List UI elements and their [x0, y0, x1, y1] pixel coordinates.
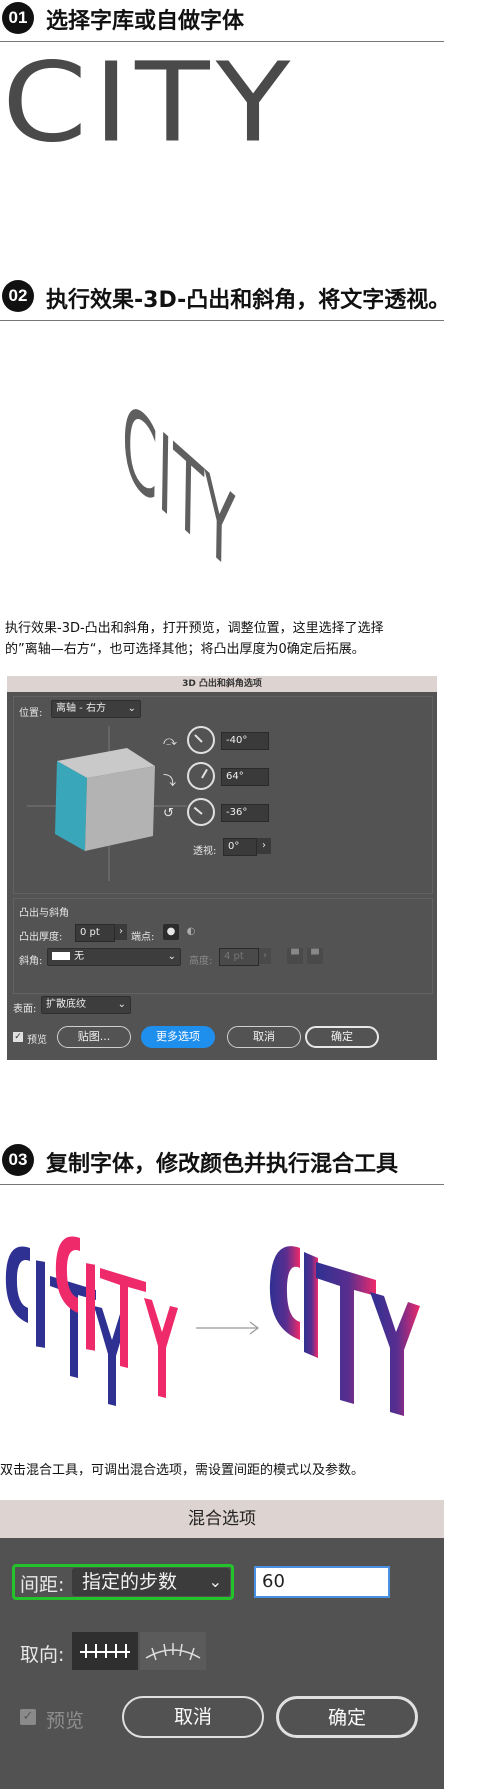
bevel-label: 斜角: — [19, 956, 43, 967]
cap-off-icon[interactable]: ◐ — [183, 924, 199, 940]
chevron-right-icon[interactable]: › — [115, 924, 127, 940]
bevel-out-icon[interactable]: ▀ — [287, 948, 303, 964]
step3-description: 双击混合工具，可调出混合选项，需设置间距的模式以及参数。 — [0, 1463, 365, 1478]
spacing-label: 间距: — [20, 1574, 65, 1596]
perspective-label: 透视: — [193, 846, 217, 857]
position-label: 位置: — [19, 708, 43, 719]
step-heading: 复制字体，修改颜色并执行混合工具 — [46, 1152, 399, 1177]
depth-field[interactable]: 0 pt — [75, 924, 115, 942]
spacing-select[interactable]: 指定的步数 ⌄ — [72, 1568, 230, 1596]
chevron-down-icon: ⌄ — [167, 951, 176, 962]
step-number: 03 — [8, 1150, 28, 1169]
align-to-page-icon[interactable] — [72, 1632, 138, 1670]
bevel-in-icon[interactable]: ▀ — [307, 948, 323, 964]
extrude-section-title: 凸出与斜角 — [19, 908, 69, 919]
surface-select[interactable]: 扩散底纹 ⌄ — [41, 996, 131, 1014]
ok-button[interactable]: 确定 — [305, 1026, 379, 1048]
rotate-x-field[interactable]: -40° — [221, 732, 269, 750]
surface-select-value: 扩散底纹 — [46, 999, 86, 1010]
align-to-path-glyph — [145, 1643, 201, 1661]
step2-description: 执行效果-3D-凸出和斜角，打开预览，调整位置，这里选择了选择 的”离轴—右方“… — [5, 618, 445, 660]
step-number: 02 — [8, 286, 28, 305]
arrow-right-icon — [196, 1321, 259, 1335]
bevel-select-value: 无 — [74, 951, 84, 962]
rotate-y-icon: ⤵ — [163, 774, 177, 789]
blend-options-dialog: 混合选项 间距: 指定的步数 ⌄ 60 取向: ✓ 预览 取消 确定 — [0, 1500, 444, 1789]
blended-letters — [269, 1246, 420, 1416]
bevel-select[interactable]: 无 ⌄ — [47, 948, 181, 966]
cube-preview[interactable] — [27, 726, 187, 881]
divider — [0, 1184, 444, 1185]
ok-button[interactable]: 确定 — [276, 1696, 418, 1738]
cube-front-face — [85, 766, 155, 851]
cancel-button[interactable]: 取消 — [122, 1696, 264, 1738]
height-label: 高度: — [189, 956, 213, 967]
rotate-y-field[interactable]: 64° — [221, 768, 269, 786]
preview-checkbox[interactable]: ✓ — [13, 1032, 23, 1042]
extrude-bevel-panel — [13, 898, 433, 994]
preview-label: 预览 — [46, 1710, 85, 1732]
surface-label: 表面: — [13, 1004, 37, 1015]
step-number-badge: 03 — [2, 1144, 34, 1176]
chevron-down-icon: ⌄ — [117, 999, 126, 1010]
more-options-button[interactable]: 更多选项 — [141, 1026, 215, 1048]
step-number: 01 — [8, 8, 28, 27]
description-line: 的”离轴—右方“，也可选择其他；将凸出厚度为0确定后拓展。 — [5, 642, 365, 657]
chevron-down-icon: ⌄ — [208, 1572, 222, 1591]
city-word-perspective: CITY — [121, 376, 236, 600]
cap-on-icon[interactable]: ● — [163, 924, 179, 940]
orient-label: 取向: — [20, 1644, 65, 1666]
rotate-x-icon: ⤼ — [163, 734, 177, 749]
blend-illustration — [5, 1236, 420, 1416]
spacing-select-value: 指定的步数 — [82, 1571, 178, 1593]
preview-checkbox[interactable]: ✓ — [20, 1709, 36, 1725]
rotate-z-field[interactable]: -36° — [221, 804, 269, 822]
steps-input[interactable]: 60 — [254, 1566, 390, 1598]
rotate-x-dial[interactable] — [187, 726, 215, 754]
chevron-right-icon[interactable]: › — [259, 948, 271, 964]
position-select-value: 离轴 - 右方 — [56, 703, 106, 714]
rotate-y-dial[interactable] — [187, 762, 215, 790]
height-field[interactable]: 4 pt — [219, 948, 259, 966]
depth-label: 凸出厚度: — [19, 932, 63, 943]
bevel-swatch — [52, 952, 70, 960]
preview-label: 预览 — [27, 1035, 47, 1046]
dialog-title: 3D 凸出和斜角选项 — [7, 676, 437, 692]
city-word-flat: CITY — [2, 38, 297, 167]
perspective-field[interactable]: 0° — [223, 838, 257, 856]
step-number-badge: 02 — [2, 280, 34, 312]
divider — [0, 320, 444, 321]
cancel-button[interactable]: 取消 — [227, 1026, 301, 1048]
rotate-z-icon: ↺ — [163, 806, 174, 821]
3d-options-dialog: 3D 凸出和斜角选项 位置: 离轴 - 右方 ⌄ ⤼ -40° ⤵ 64° ↺ … — [7, 676, 437, 1060]
description-line: 执行效果-3D-凸出和斜角，打开预览，调整位置，这里选择了选择 — [5, 621, 384, 636]
rotate-z-dial[interactable] — [187, 798, 215, 826]
map-button[interactable]: 贴图... — [57, 1026, 131, 1048]
chevron-down-icon: ⌄ — [127, 703, 136, 714]
align-to-page-glyph — [80, 1644, 130, 1658]
step-heading: 选择字库或自做字体 — [46, 9, 245, 34]
align-to-path-icon[interactable] — [140, 1632, 206, 1670]
cap-label: 端点: — [131, 932, 155, 943]
step-number-badge: 01 — [2, 2, 34, 34]
dialog-title: 混合选项 — [0, 1500, 444, 1538]
chevron-right-icon[interactable]: › — [257, 838, 271, 854]
step-heading: 执行效果-3D-凸出和斜角，将文字透视。 — [46, 288, 451, 313]
position-select[interactable]: 离轴 - 右方 ⌄ — [51, 700, 141, 718]
